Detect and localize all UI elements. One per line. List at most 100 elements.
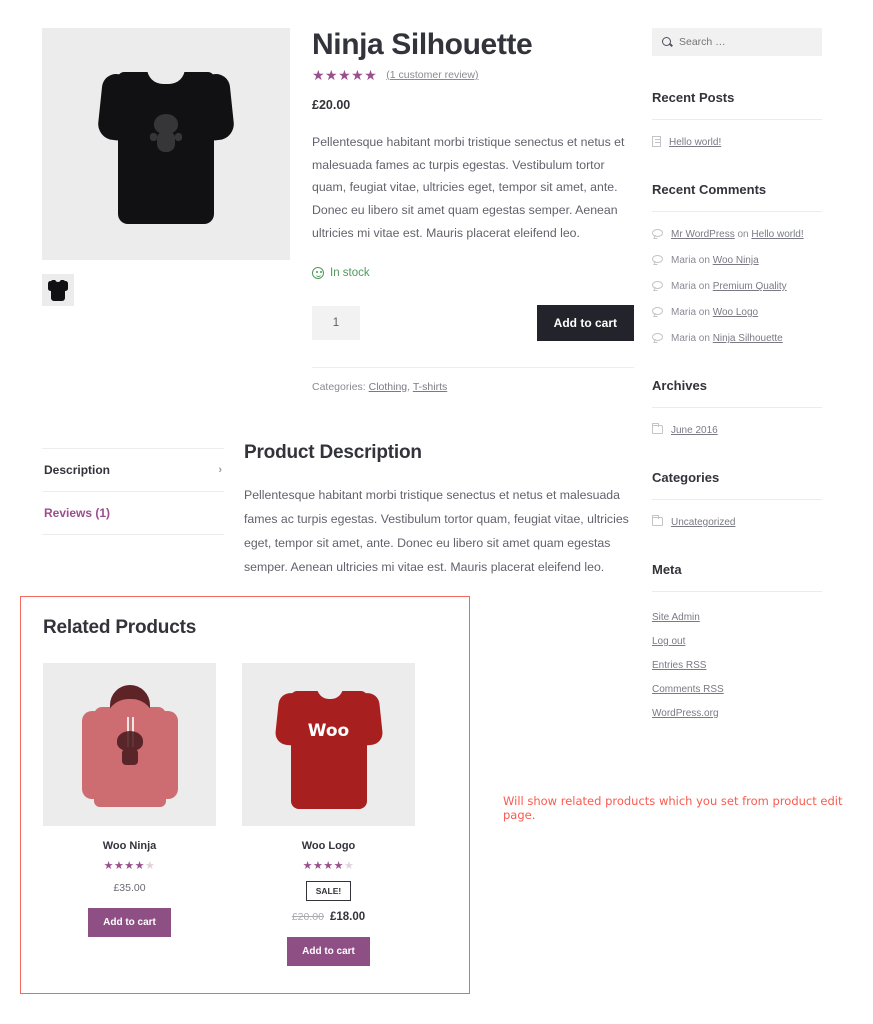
meta-link-log-out[interactable]: Log out — [652, 636, 685, 647]
categories-list: Uncategorized — [652, 515, 822, 530]
meta-link-wordpress-org[interactable]: WordPress.org — [652, 708, 719, 719]
product-gallery — [42, 28, 290, 306]
comment-author: Maria — [671, 307, 697, 318]
comment-author-link[interactable]: Mr WordPress — [671, 229, 735, 240]
comment-on-text: on — [696, 307, 713, 318]
comment-entry: Maria on Ninja Silhouette — [671, 331, 783, 346]
ninja-arm-right-icon — [175, 133, 182, 141]
list-item: Maria on Woo Ninja — [652, 253, 822, 268]
category-link[interactable]: Uncategorized — [671, 515, 735, 530]
comment-target-link[interactable]: Woo Ninja — [713, 255, 759, 266]
widget-categories: Categories Uncategorized — [652, 470, 822, 530]
comment-author: Maria — [671, 333, 697, 344]
list-item: Log out — [652, 631, 822, 649]
related-add-to-cart-button[interactable]: Add to cart — [88, 908, 171, 937]
widget-recent-comments: Recent Comments Mr WordPress on Hello wo… — [652, 182, 822, 346]
related-product-card[interactable]: Woo Ninja ★★★★★ £35.00 Add to cart — [43, 663, 216, 966]
comment-entry: Mr WordPress on Hello world! — [671, 227, 804, 242]
archives-list: June 2016 — [652, 423, 822, 438]
divider — [652, 119, 822, 120]
chevron-right-icon: › — [218, 464, 222, 476]
comment-entry: Maria on Woo Logo — [671, 305, 758, 320]
ninja-logo-body — [121, 748, 138, 765]
smiley-icon — [312, 266, 324, 279]
recent-post-link[interactable]: Hello world! — [669, 135, 721, 150]
panel-title: Product Description — [244, 442, 422, 463]
star-rating-icon: ★★★★★ — [312, 67, 378, 83]
comment-target-link[interactable]: Premium Quality — [713, 281, 787, 292]
product-main-image[interactable] — [42, 28, 290, 260]
related-product-price: £20.00 £18.00 — [242, 911, 415, 923]
gallery-thumbnails — [42, 274, 290, 306]
category-link-clothing[interactable]: Clothing — [369, 381, 408, 393]
related-product-card[interactable]: Woo Woo Logo ★★★★★ SALE! £20.00 £18.00 Ad… — [242, 663, 415, 966]
product-rating: ★★★★★ (1 customer review) — [312, 68, 634, 82]
search-box[interactable] — [652, 28, 822, 56]
old-price: £20.00 — [291, 911, 324, 923]
related-product-image-woo-logo[interactable]: Woo — [242, 663, 415, 826]
related-product-name: Woo Logo — [301, 840, 356, 852]
product-categories: Categories: Clothing, T-shirts — [312, 381, 634, 393]
search-input[interactable] — [679, 36, 812, 48]
add-to-cart-form: Add to cart — [312, 304, 634, 341]
search-icon — [662, 37, 672, 47]
list-item: Maria on Ninja Silhouette — [652, 331, 822, 346]
recent-posts-list: Hello world! — [652, 135, 822, 150]
ninja-silhouette-graphic — [150, 114, 182, 156]
customer-review-link[interactable]: (1 customer review) — [386, 69, 478, 81]
list-item: Comments RSS — [652, 679, 822, 697]
related-add-to-cart-button[interactable]: Add to cart — [287, 937, 370, 966]
related-product-image-woo-ninja[interactable] — [43, 663, 216, 826]
meta-link-site-admin[interactable]: Site Admin — [652, 612, 700, 623]
sale-badge-wrap: SALE! — [242, 872, 415, 901]
quantity-input[interactable] — [312, 305, 360, 340]
tshirt-thumb-illustration — [48, 278, 68, 302]
widget-title: Archives — [652, 378, 707, 393]
description-panel: Product Description Pellentesque habitan… — [244, 442, 636, 580]
related-products-title: Related Products — [43, 617, 197, 638]
meta-link-entries-rss[interactable]: Entries RSS — [652, 660, 706, 671]
comment-author: Maria — [671, 281, 697, 292]
ninja-logo-head — [116, 730, 143, 751]
comment-on-text: on — [696, 281, 713, 292]
gallery-thumbnail-1[interactable] — [42, 274, 74, 306]
product-title: Ninja Silhouette — [312, 28, 533, 61]
comment-target-link[interactable]: Woo Logo — [713, 307, 758, 318]
comment-on-text: on — [696, 255, 713, 266]
archive-link[interactable]: June 2016 — [671, 423, 718, 438]
sale-badge: SALE! — [305, 881, 352, 901]
list-item: WordPress.org — [652, 703, 822, 721]
widget-title: Recent Posts — [652, 90, 735, 105]
list-item: Uncategorized — [652, 515, 822, 530]
category-link-tshirts[interactable]: T-shirts — [413, 381, 447, 393]
list-item: June 2016 — [652, 423, 822, 438]
list-item: Maria on Woo Logo — [652, 305, 822, 320]
product-tabs: Description › Reviews (1) — [42, 448, 224, 535]
meta-link-comments-rss[interactable]: Comments RSS — [652, 684, 724, 695]
recent-comments-list: Mr WordPress on Hello world! Maria on Wo… — [652, 227, 822, 346]
comment-icon — [652, 229, 663, 237]
ninja-body-icon — [157, 132, 175, 152]
document-icon — [652, 136, 661, 147]
product-price: £20.00 — [312, 98, 351, 112]
add-to-cart-button[interactable]: Add to cart — [536, 304, 634, 341]
thumb-body — [51, 280, 65, 301]
product-short-description: Pellentesque habitant morbi tristique se… — [312, 135, 625, 240]
woo-tshirt-illustration: Woo — [273, 679, 384, 811]
stock-status-label: In stock — [330, 266, 370, 279]
comment-target-link[interactable]: Hello world! — [751, 229, 803, 240]
tab-reviews[interactable]: Reviews (1) — [42, 492, 224, 535]
widget-title: Categories — [652, 470, 720, 485]
tab-description-label: Description — [44, 463, 111, 477]
ninja-head-icon — [154, 114, 178, 134]
panel-body: Pellentesque habitant morbi tristique se… — [244, 488, 629, 574]
tab-description[interactable]: Description › — [42, 448, 224, 492]
related-products-grid: Woo Ninja ★★★★★ £35.00 Add to cart Woo W… — [43, 663, 469, 966]
list-item: Maria on Premium Quality — [652, 279, 822, 294]
tab-reviews-label: Reviews (1) — [44, 506, 111, 520]
widget-meta: Meta Site Admin Log out Entries RSS Comm… — [652, 562, 822, 721]
comment-entry: Maria on Woo Ninja — [671, 253, 759, 268]
divider — [652, 211, 822, 212]
comment-target-link[interactable]: Ninja Silhouette — [713, 333, 783, 344]
categories-label: Categories: — [312, 380, 366, 393]
